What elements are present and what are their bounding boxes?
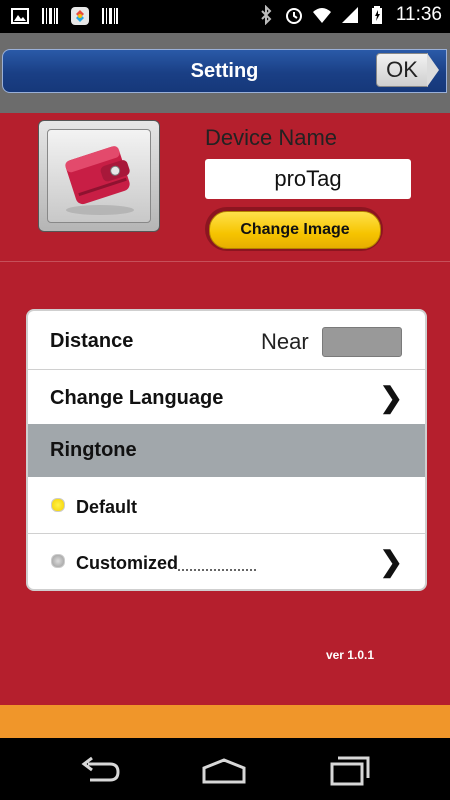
app-icon bbox=[71, 7, 89, 25]
change-language-label: Change Language bbox=[50, 387, 224, 409]
change-image-button[interactable]: Change Image bbox=[209, 211, 381, 249]
distance-slider[interactable] bbox=[322, 327, 402, 357]
home-icon[interactable] bbox=[200, 752, 248, 788]
distance-label: Distance bbox=[50, 330, 134, 352]
ringtone-option-label: Default bbox=[76, 497, 138, 517]
change-language-row[interactable]: Change Language ❯ bbox=[28, 369, 425, 425]
barcode-icon bbox=[42, 8, 58, 24]
change-image-button-frame: Change Image bbox=[205, 207, 383, 251]
bluetooth-icon bbox=[261, 5, 272, 25]
device-image-frame[interactable] bbox=[38, 120, 160, 232]
recents-icon[interactable] bbox=[326, 752, 374, 788]
alarm-icon bbox=[285, 8, 302, 24]
system-status-icons: 11:36 bbox=[256, 4, 442, 26]
distance-value: Near bbox=[261, 329, 309, 354]
ringtone-label: Ringtone bbox=[50, 439, 137, 461]
ringtone-option-label: Customized bbox=[76, 553, 179, 573]
clock-time: 11:36 bbox=[395, 4, 442, 25]
radio-unselected-icon bbox=[51, 554, 65, 568]
image-icon bbox=[11, 8, 29, 24]
battery-icon bbox=[371, 6, 382, 24]
ok-arrow-icon bbox=[427, 53, 439, 87]
chevron-right-icon: ❯ bbox=[379, 546, 403, 577]
device-name-label: Device Name bbox=[205, 125, 338, 150]
version-label: ver 1.0.1 bbox=[325, 648, 374, 662]
device-image bbox=[47, 129, 151, 223]
divider bbox=[0, 261, 450, 262]
ok-button[interactable]: OK bbox=[376, 53, 439, 87]
chevron-right-icon: ❯ bbox=[379, 382, 403, 413]
ringtone-header: Ringtone bbox=[28, 424, 425, 477]
notification-icons bbox=[10, 6, 120, 26]
footer-bar bbox=[0, 705, 450, 738]
wifi-icon bbox=[312, 8, 331, 23]
device-name-input[interactable]: proTag bbox=[205, 159, 411, 199]
settings-panel: Distance Near Change Language ❯ Ringtone… bbox=[26, 309, 427, 591]
distance-row: Distance Near bbox=[28, 311, 425, 370]
back-icon[interactable] bbox=[76, 752, 124, 788]
ok-button-label: OK bbox=[386, 57, 418, 82]
ringtone-option-default[interactable]: Default bbox=[28, 477, 425, 534]
radio-selected-icon bbox=[51, 498, 65, 512]
barcode-icon bbox=[102, 8, 118, 24]
title-bar: Setting OK bbox=[2, 49, 447, 93]
navigation-bar bbox=[0, 738, 450, 800]
header: Setting OK bbox=[0, 33, 450, 113]
ringtone-option-customized[interactable]: Customized ❯ bbox=[28, 533, 425, 589]
status-bar: 11:36 bbox=[0, 0, 450, 33]
main-content: Device Name proTag Change Image Distance… bbox=[0, 113, 450, 705]
signal-icon bbox=[341, 7, 358, 23]
dotted-underline bbox=[178, 569, 256, 571]
wallet-icon bbox=[65, 146, 134, 215]
